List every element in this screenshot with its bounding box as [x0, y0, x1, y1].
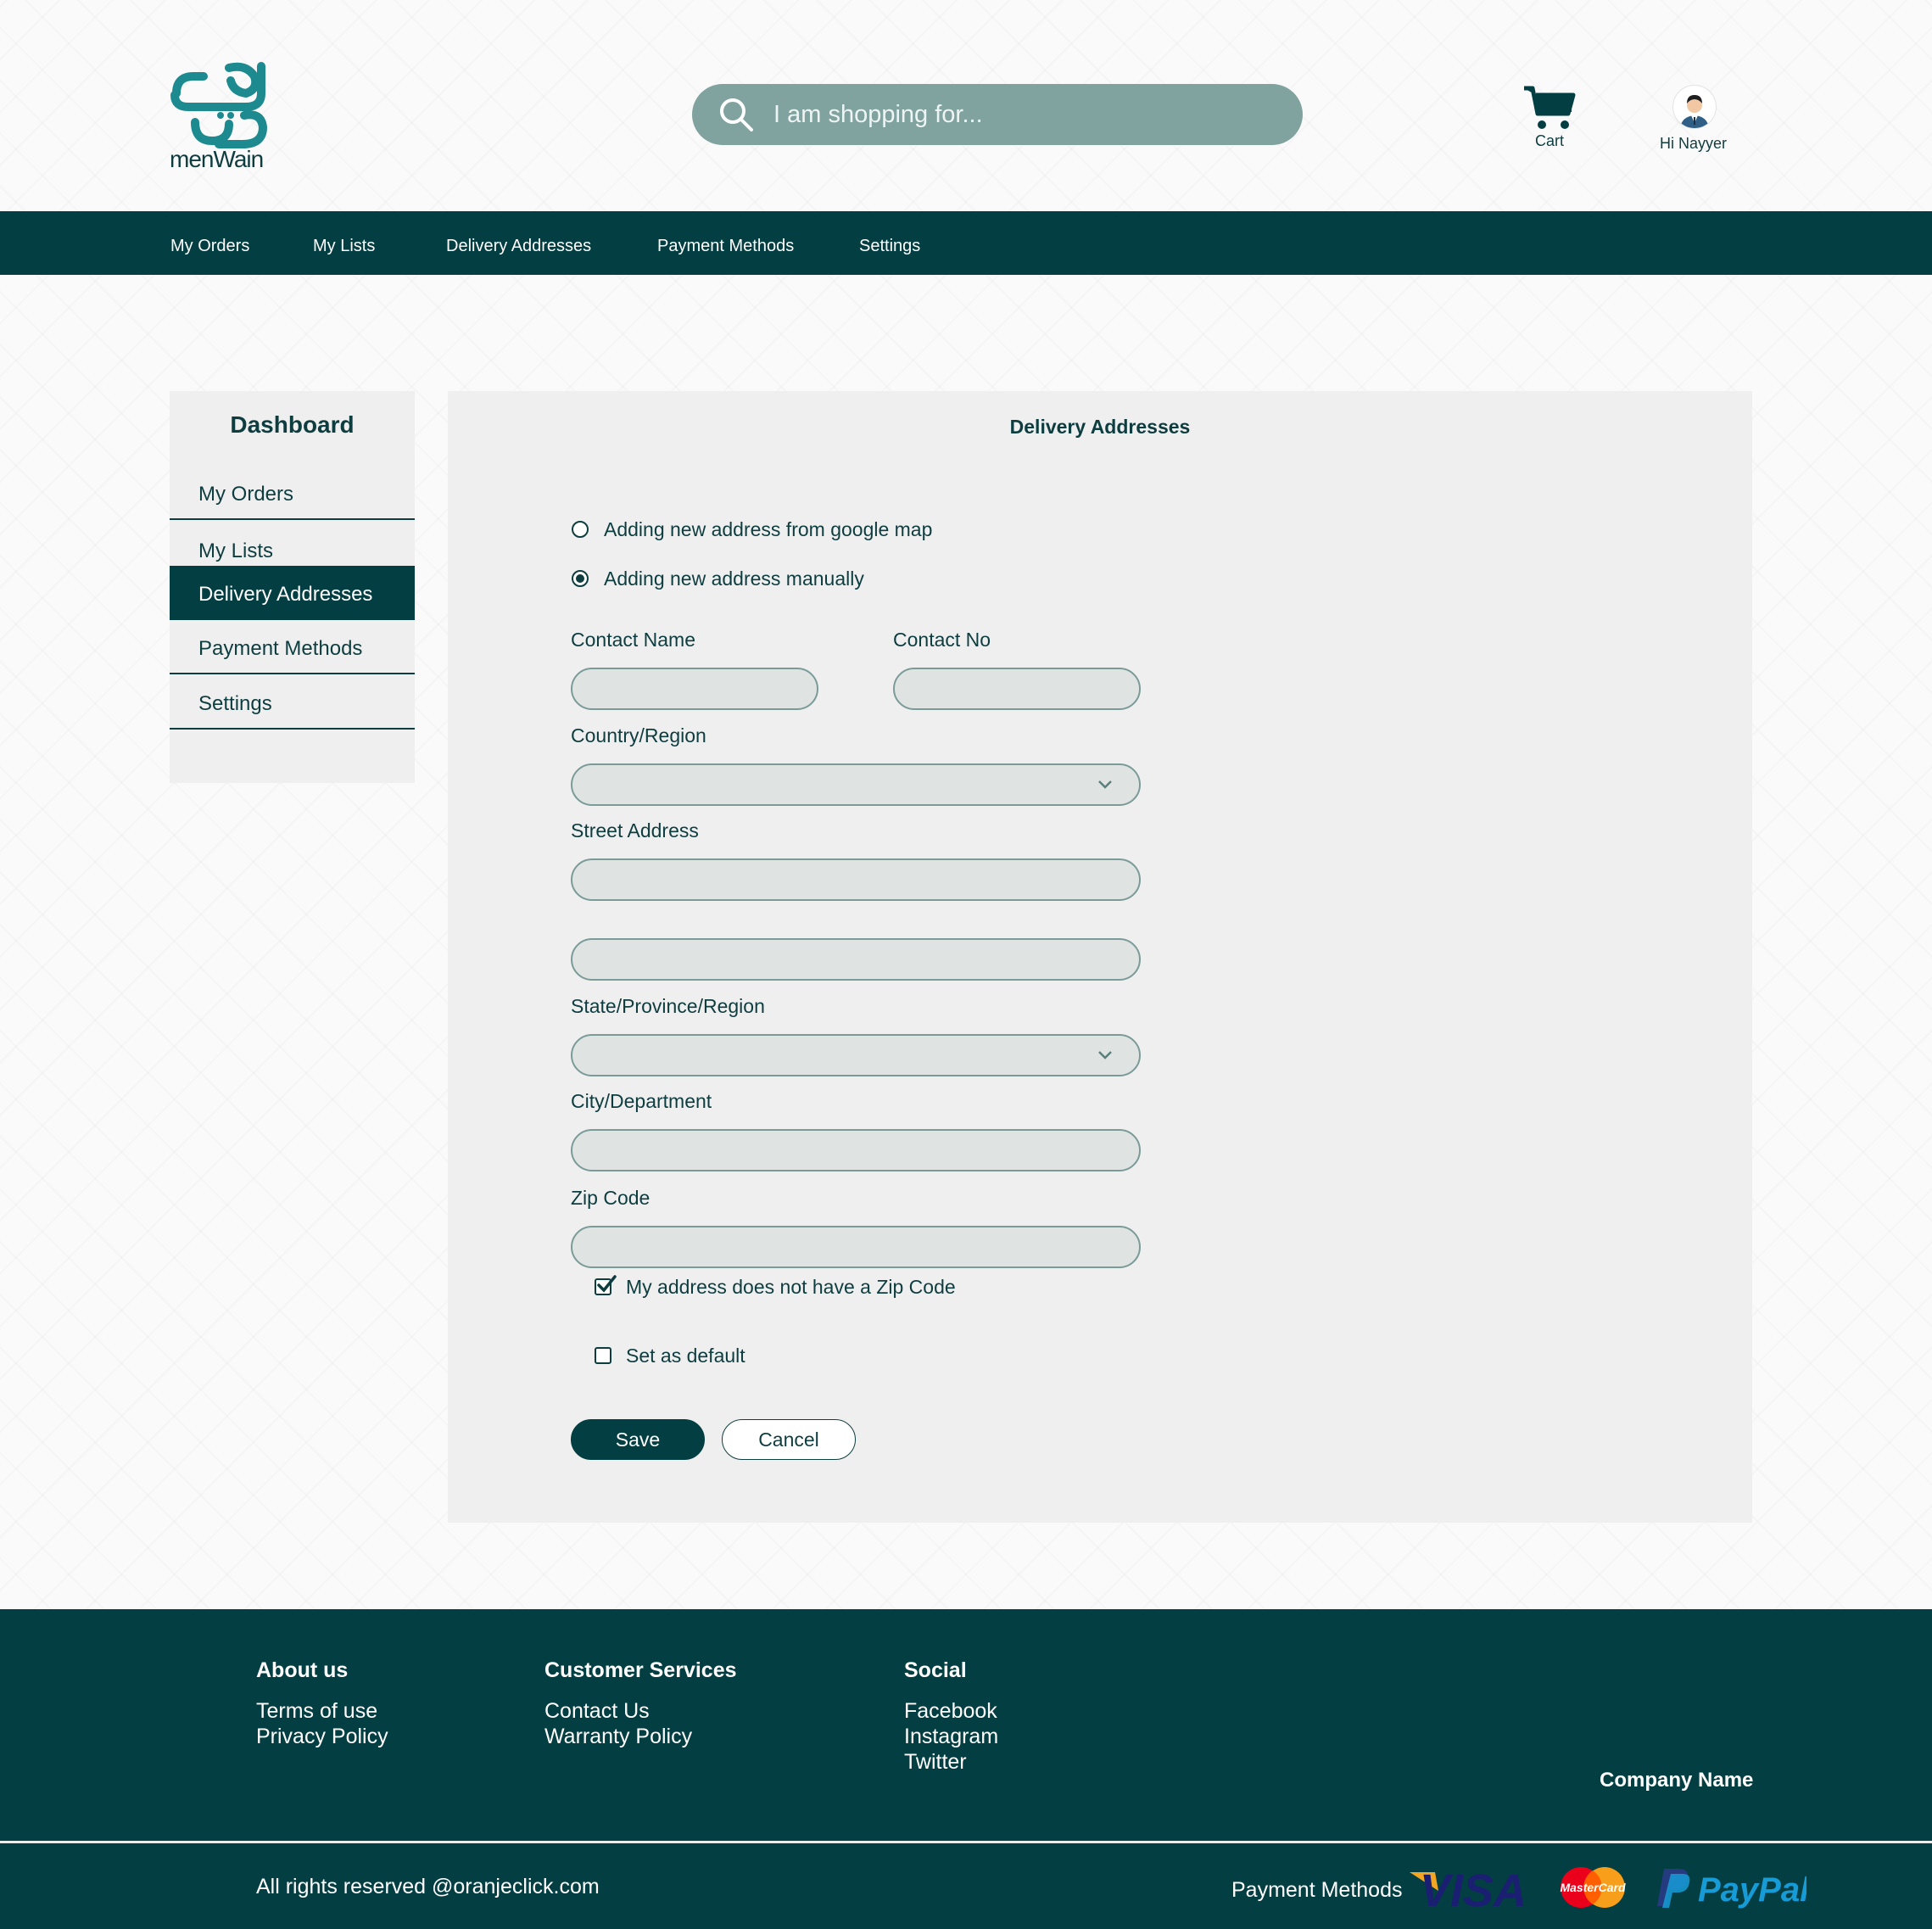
set-default-checkbox[interactable]	[595, 1347, 611, 1364]
zip-code-field[interactable]	[571, 1226, 1141, 1268]
sidebar-item-label: My Lists	[198, 540, 274, 562]
payment-methods-label: Payment Methods	[1231, 1878, 1403, 1902]
radio-manual[interactable]	[572, 570, 589, 587]
sidebar-item-settings[interactable]: Settings	[170, 675, 415, 730]
contact-name-field[interactable]	[571, 668, 818, 710]
checkmark-icon	[597, 1275, 617, 1293]
user-greeting[interactable]: Hi Nayyer	[1660, 135, 1727, 153]
state-select[interactable]	[571, 1034, 1141, 1076]
dashboard-sidebar: Dashboard My Orders My Lists Delivery Ad…	[170, 391, 415, 783]
sidebar-title: Dashboard	[230, 411, 355, 438]
footer-link-privacy[interactable]: Privacy Policy	[256, 1725, 388, 1749]
radio-manual-label[interactable]: Adding new address manually	[604, 568, 864, 590]
city-field[interactable]	[571, 1129, 1141, 1171]
no-zip-label[interactable]: My address does not have a Zip Code	[626, 1276, 956, 1299]
footer-link-contact[interactable]: Contact Us	[544, 1699, 650, 1724]
cart-icon[interactable]	[1522, 85, 1577, 132]
sidebar-item-label: Payment Methods	[198, 637, 363, 660]
copyright-text: All rights reserved @oranjeclick.com	[256, 1875, 600, 1898]
svg-text:MasterCard: MasterCard	[1560, 1881, 1625, 1894]
country-select[interactable]	[571, 763, 1141, 806]
street-label: Street Address	[571, 819, 699, 841]
mastercard-logo: MasterCard	[1560, 1867, 1626, 1908]
zip-label: Zip Code	[571, 1187, 651, 1209]
cancel-button[interactable]: Cancel	[722, 1419, 856, 1460]
radio-google-map-label[interactable]: Adding new address from google map	[604, 518, 932, 541]
svg-text:VISA: VISA	[1420, 1865, 1527, 1911]
set-default-label[interactable]: Set as default	[626, 1345, 745, 1367]
footer-link-twitter[interactable]: Twitter	[904, 1750, 967, 1775]
sidebar-item-label: My Orders	[198, 483, 294, 506]
top-nav: My Orders My Lists Delivery Addresses Pa…	[0, 211, 1932, 275]
contact-no-label: Contact No	[893, 629, 991, 651]
footer-link-terms[interactable]: Terms of use	[256, 1699, 377, 1724]
search-bar[interactable]: I am shopping for...	[692, 84, 1303, 145]
no-zip-checkbox[interactable]	[595, 1275, 617, 1295]
nav-payment-methods[interactable]: Payment Methods	[657, 237, 794, 256]
company-name: Company Name	[1600, 1769, 1754, 1792]
chevron-down-icon	[1098, 780, 1112, 789]
footer-divider	[0, 1841, 1932, 1843]
svg-text:PayPal: PayPal	[1698, 1871, 1806, 1909]
sidebar-item-payment-methods[interactable]: Payment Methods	[170, 620, 415, 674]
cart-label[interactable]: Cart	[1535, 132, 1564, 150]
state-label: State/Province/Region	[571, 995, 765, 1017]
sidebar-item-label: Settings	[198, 692, 272, 715]
search-icon	[720, 98, 753, 131]
search-placeholder: I am shopping for...	[773, 101, 983, 128]
paypal-logo: PayPal	[1657, 1869, 1806, 1909]
street-address-line2-field[interactable]	[571, 938, 1141, 981]
footer-social-heading: Social	[904, 1658, 967, 1682]
footer-services-heading: Customer Services	[544, 1658, 737, 1682]
sidebar-item-my-orders[interactable]: My Orders	[170, 466, 415, 520]
nav-my-orders[interactable]: My Orders	[170, 237, 249, 256]
save-button[interactable]: Save	[571, 1419, 705, 1460]
nav-my-lists[interactable]: My Lists	[313, 237, 375, 256]
footer: About us Terms of use Privacy Policy Cus…	[0, 1609, 1932, 1929]
nav-delivery-addresses[interactable]: Delivery Addresses	[446, 237, 591, 256]
contact-name-label: Contact Name	[571, 629, 696, 651]
contact-no-field[interactable]	[893, 668, 1141, 710]
country-label: Country/Region	[571, 724, 706, 746]
address-form-panel: Delivery Addresses Adding new address fr…	[448, 391, 1752, 1523]
sidebar-item-label: Delivery Addresses	[198, 583, 373, 606]
footer-about-heading: About us	[256, 1658, 349, 1682]
user-avatar-icon	[1680, 95, 1709, 128]
footer-link-warranty[interactable]: Warranty Policy	[544, 1725, 692, 1749]
page-title: Delivery Addresses	[1009, 416, 1191, 438]
footer-link-instagram[interactable]: Instagram	[904, 1725, 998, 1749]
chevron-down-icon	[1098, 1051, 1112, 1060]
nav-settings[interactable]: Settings	[859, 237, 920, 256]
city-label: City/Department	[571, 1090, 712, 1112]
logo-text: menWain	[170, 146, 264, 172]
radio-google-map[interactable]	[572, 521, 589, 538]
sidebar-item-delivery-addresses[interactable]: Delivery Addresses	[170, 566, 415, 620]
footer-link-facebook[interactable]: Facebook	[904, 1699, 997, 1724]
street-address-line1-field[interactable]	[571, 858, 1141, 901]
visa-logo: VISA	[1410, 1865, 1527, 1911]
avatar[interactable]	[1672, 85, 1717, 129]
